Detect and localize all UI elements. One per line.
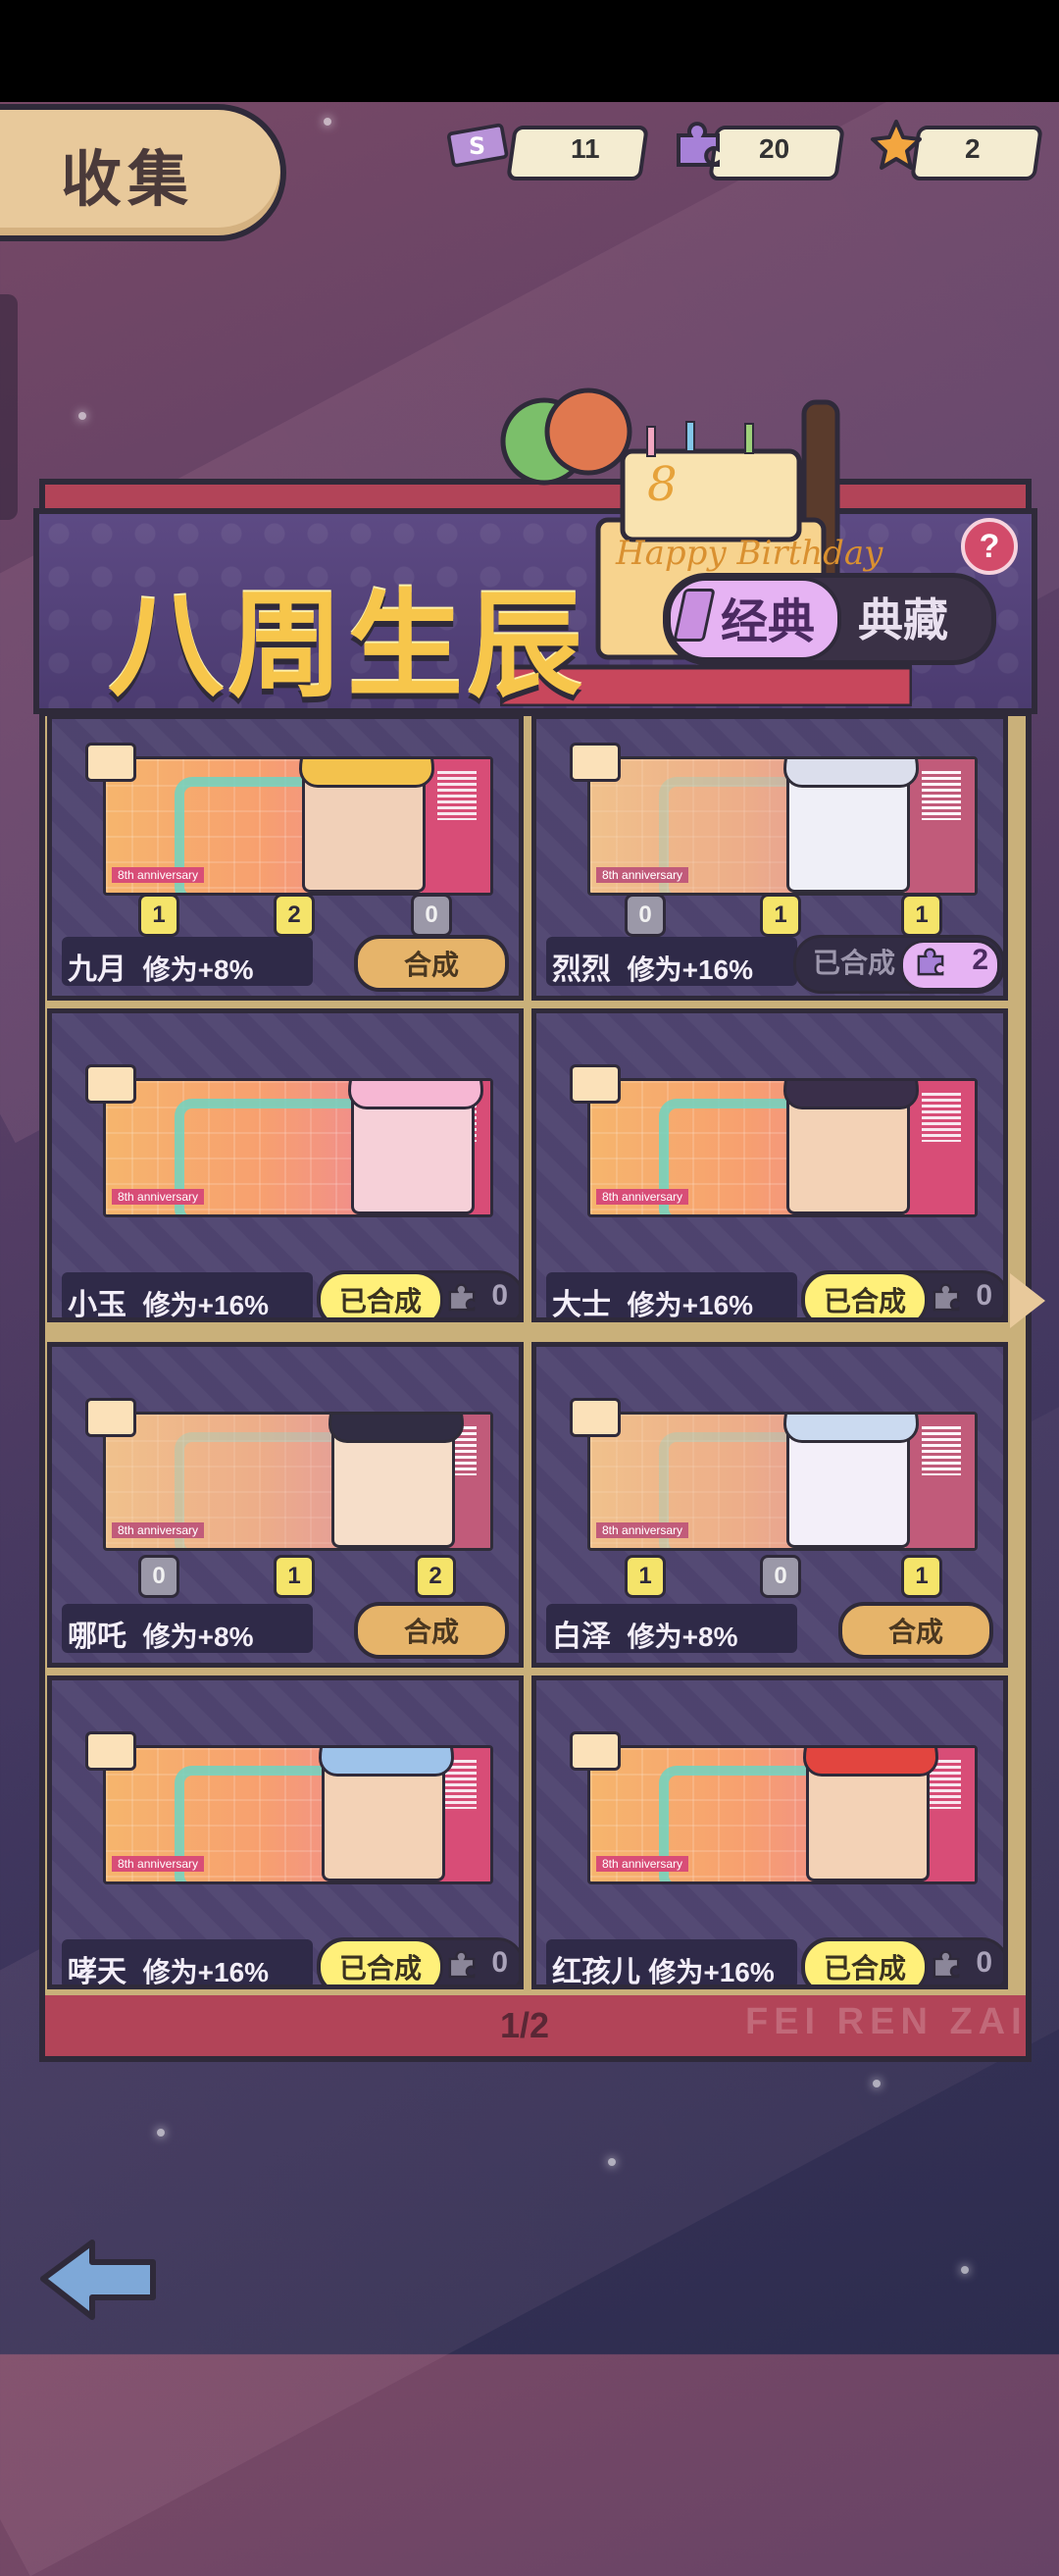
tab-classic-label: 经典 xyxy=(721,596,816,648)
synthesize-button[interactable]: 合成 xyxy=(354,1602,509,1659)
synthesized-status: 已合成 0 xyxy=(317,1270,519,1317)
puzzle-count: 2 xyxy=(972,944,988,976)
synthesized-label: 已合成 xyxy=(318,1271,443,1317)
puzzle-ticket: 8th anniversary xyxy=(587,1412,978,1551)
card-dashi[interactable]: 8th anniversary 大士 修为+16% 已合成 0 xyxy=(531,1008,1008,1322)
sparkle-decoration xyxy=(324,118,331,126)
puzzle-icon xyxy=(667,114,730,177)
piece-count-tag: 1 xyxy=(274,1555,315,1598)
puzzle-count: 0 xyxy=(491,1946,508,1979)
synthesized-label: 已合成 xyxy=(802,1271,928,1317)
puzzle-icon xyxy=(448,1950,476,1979)
card-baize[interactable]: 8th anniversary 1 0 1 白泽 修为+8% 合成 xyxy=(531,1342,1008,1668)
ticket-icon: S xyxy=(447,114,510,177)
synthesize-button[interactable]: 合成 xyxy=(838,1602,993,1659)
piece-count-tag: 0 xyxy=(411,894,452,937)
piece-count-tag: 0 xyxy=(625,894,666,937)
puzzle-icon xyxy=(933,1283,960,1312)
synthesized-label: 已合成 xyxy=(802,1938,928,1984)
card-name: 哪吒 修为+8% xyxy=(68,1621,254,1653)
card-xiaoyu[interactable]: 8th anniversary 小玉 修为+16% 已合成 0 xyxy=(47,1008,524,1322)
back-arrow-icon[interactable] xyxy=(35,2235,163,2323)
event-title: 八周生辰 xyxy=(108,582,587,711)
synthesized-status: 已合成 0 xyxy=(801,1937,1003,1984)
card-lielie[interactable]: 8th anniversary 0 1 1 烈烈 修为+16% 已合成 2 xyxy=(531,714,1008,1001)
puzzle-ticket: 8th anniversary xyxy=(587,756,978,896)
card-nezha[interactable]: 8th anniversary 0 1 2 哪吒 修为+8% 合成 xyxy=(47,1342,524,1668)
cake-sticker-icon xyxy=(570,1731,621,1771)
star-count: 2 xyxy=(965,133,981,164)
piece-count-tag: 0 xyxy=(760,1555,801,1598)
cake-sticker-icon xyxy=(570,1064,621,1104)
cake-sticker-icon xyxy=(570,743,621,782)
cake-sticker-icon xyxy=(85,1064,136,1104)
piece-count-tag: 2 xyxy=(274,894,315,937)
cake-sticker-icon xyxy=(85,743,136,782)
card-name: 白泽 修为+8% xyxy=(552,1621,738,1653)
card-name: 哮天 修为+16% xyxy=(68,1956,270,1988)
synthesized-status: 已合成 0 xyxy=(317,1937,519,1984)
synthesized-label: 已合成 xyxy=(318,1938,443,1984)
svg-text:S: S xyxy=(469,132,485,160)
card-xiaotian[interactable]: 8th anniversary 哮天 修为+16% 已合成 0 xyxy=(47,1675,524,1989)
synthesized-status: 已合成 0 xyxy=(801,1270,1003,1317)
card-name: 小玉 修为+16% xyxy=(68,1289,270,1321)
piece-count-tag: 1 xyxy=(901,894,942,937)
puzzle-ticket: 8th anniversary xyxy=(587,1745,978,1884)
puzzle-icon xyxy=(448,1283,476,1312)
piece-count-tag: 1 xyxy=(625,1555,666,1598)
cake-sticker-icon xyxy=(85,1731,136,1771)
help-button[interactable]: ? xyxy=(961,518,1018,575)
status-bar xyxy=(0,0,1059,102)
star-icon xyxy=(865,114,928,177)
card-name: 烈烈 修为+16% xyxy=(552,953,754,986)
card-name: 九月 修为+8% xyxy=(68,953,254,986)
card-name: 大士 修为+16% xyxy=(552,1289,754,1321)
piece-count-tag: 1 xyxy=(138,894,179,937)
puzzle-count: 0 xyxy=(976,1946,992,1979)
side-drawer-handle[interactable] xyxy=(0,294,18,520)
sparkle-decoration xyxy=(78,412,86,420)
card-jiuyue[interactable]: 8th anniversary 1 2 0 九月 修为+8% 合成 xyxy=(47,714,524,1001)
cake-sticker-icon xyxy=(85,1398,136,1437)
synthesize-button[interactable]: 合成 xyxy=(354,935,509,992)
puzzle-icon xyxy=(917,948,944,976)
puzzle-icon xyxy=(933,1950,960,1979)
puzzle-count: 0 xyxy=(491,1279,508,1312)
puzzle-ticket: 8th anniversary xyxy=(103,1745,493,1884)
puzzle-ticket: 8th anniversary xyxy=(103,756,493,896)
page-indicator: 1/2 xyxy=(500,2005,550,2045)
puzzle-count: 0 xyxy=(976,1279,992,1312)
ticket-label: 8th anniversary xyxy=(112,867,205,883)
page-title: 收集 xyxy=(61,146,195,214)
cake-text: Happy Birthday xyxy=(615,534,883,573)
cake-sticker-icon xyxy=(570,1398,621,1437)
tab-collection-label[interactable]: 典藏 xyxy=(858,585,948,649)
sparkle-decoration xyxy=(961,2266,969,2274)
synthesized-status: 已合成 2 xyxy=(793,935,1003,994)
piece-count-tag: 1 xyxy=(760,894,801,937)
next-page-arrow-icon[interactable] xyxy=(1010,1273,1045,1328)
puzzle-ticket: 8th anniversary xyxy=(103,1078,493,1217)
sparkle-decoration xyxy=(608,2158,616,2166)
synthesized-label: 已合成 xyxy=(812,948,895,978)
svg-text:8: 8 xyxy=(647,457,678,512)
sparkle-decoration xyxy=(157,2129,165,2137)
puzzle-ticket: 8th anniversary xyxy=(587,1078,978,1217)
ticket-count: 11 xyxy=(571,133,600,164)
puzzle-count: 20 xyxy=(759,133,790,164)
card-name: 红孩儿 修为+16% xyxy=(552,1956,775,1988)
sparkle-decoration xyxy=(873,2080,881,2087)
card-honghaier[interactable]: 8th anniversary 红孩儿 修为+16% 已合成 0 xyxy=(531,1675,1008,1989)
piece-count-tag: 2 xyxy=(415,1555,456,1598)
piece-count-tag: 0 xyxy=(138,1555,179,1598)
puzzle-ticket: 8th anniversary xyxy=(103,1412,493,1551)
watermark: FEI REN ZAI xyxy=(745,2001,1028,2042)
piece-count-tag: 1 xyxy=(901,1555,942,1598)
